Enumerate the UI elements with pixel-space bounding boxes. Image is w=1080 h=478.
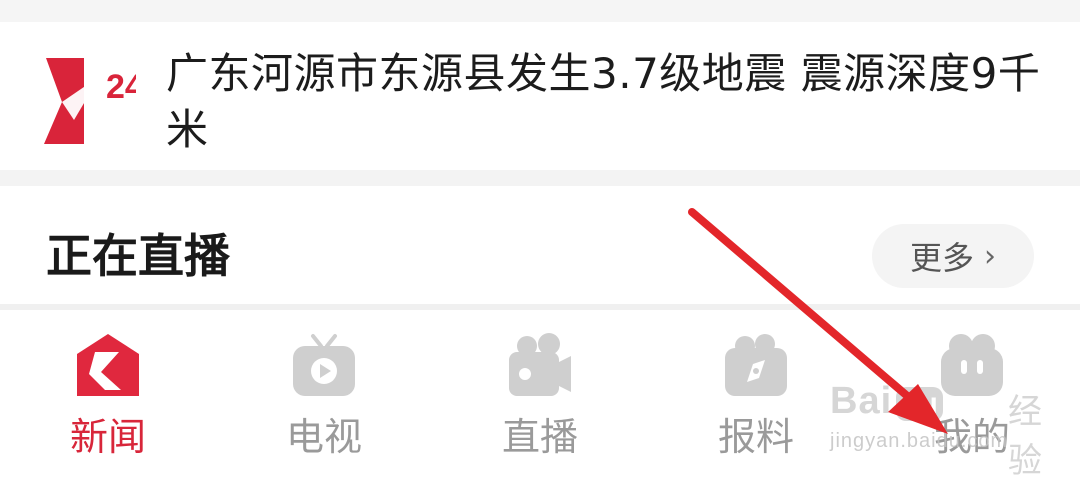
more-label: 更多 bbox=[909, 239, 974, 277]
watermark-brand: Bai du bbox=[830, 380, 947, 423]
chevron-right-icon: › bbox=[984, 238, 996, 274]
tab-tv[interactable]: 电视 bbox=[216, 310, 432, 478]
logo-digit-2: 24 bbox=[106, 68, 136, 106]
more-button[interactable]: 更多 › bbox=[872, 224, 1034, 288]
tab-label: 新闻 bbox=[69, 415, 146, 459]
baidu-jingyan-watermark: Bai du 经验 jingyan.baidu.com bbox=[830, 378, 1070, 478]
news-item[interactable]: 24 广东河源市东源县发生3.7级地震 震源深度9千米 bbox=[0, 22, 1080, 170]
watermark-cn: 经验 bbox=[1008, 392, 1042, 478]
paw-badge-icon: du bbox=[896, 387, 943, 421]
watermark-brand-prefix: Bai bbox=[830, 380, 893, 422]
tab-news[interactable]: 新闻 bbox=[0, 310, 216, 478]
news-headline: 广东河源市东源县发生3.7级地震 震源深度9千米 bbox=[166, 49, 1041, 154]
tab-label: 直播 bbox=[501, 415, 578, 459]
news-home-icon bbox=[77, 334, 139, 396]
section-gap bbox=[0, 170, 1080, 186]
section-title: 正在直播 bbox=[46, 229, 230, 283]
channel-24-logo-icon: 24 bbox=[44, 58, 136, 144]
tv-icon bbox=[293, 334, 355, 396]
live-camera-icon bbox=[509, 333, 571, 396]
top-gap bbox=[0, 0, 1080, 22]
report-compass-icon bbox=[725, 334, 787, 396]
tab-live[interactable]: 直播 bbox=[432, 310, 648, 478]
live-section: 正在直播 更多 › bbox=[0, 186, 1080, 304]
watermark-url: jingyan.baidu.com bbox=[830, 430, 1009, 452]
app-screen: 24 广东河源市东源县发生3.7级地震 震源深度9千米 正在直播 更多 › 新闻 bbox=[0, 0, 1080, 478]
tab-label: 电视 bbox=[285, 415, 362, 459]
